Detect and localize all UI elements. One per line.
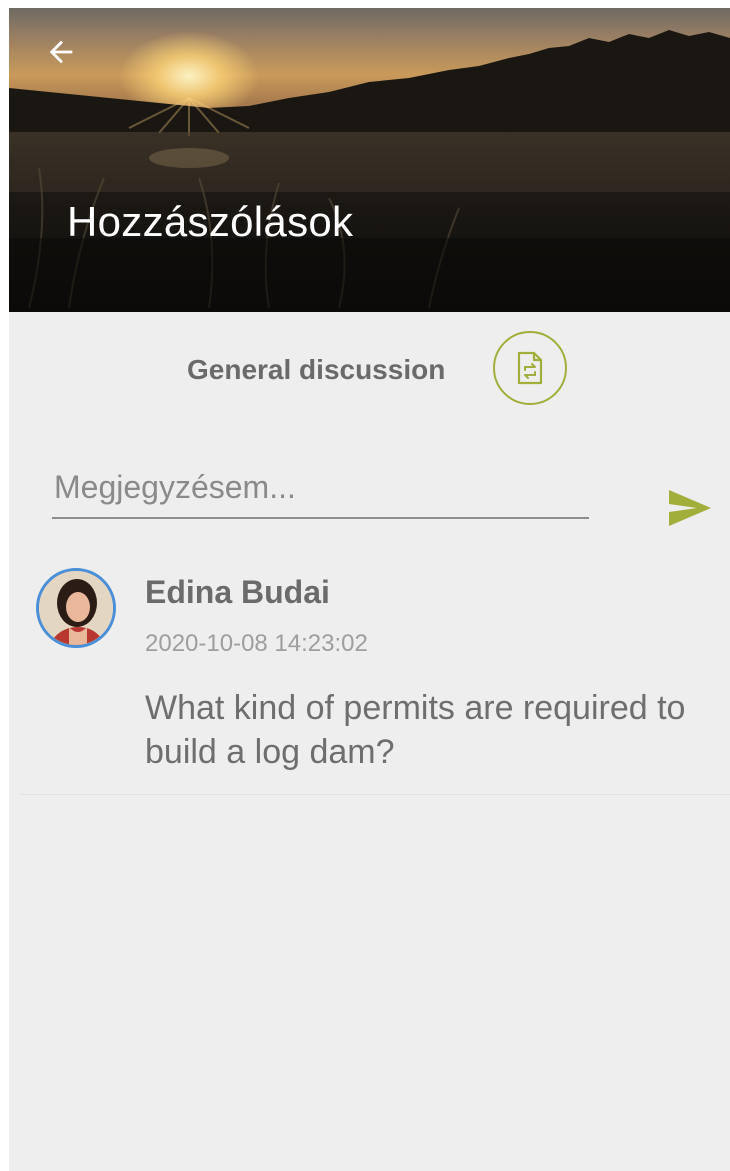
comment-text: What kind of permits are required to bui…: [145, 689, 686, 771]
comment-timestamp: 2020-10-08 14:23:02: [145, 630, 368, 657]
user-avatar-image: [39, 571, 113, 645]
send-button[interactable]: [663, 484, 717, 532]
sunset-lake-image: [9, 30, 730, 312]
header-banner: Hozzászólások: [9, 8, 730, 312]
comment-item: Edina Budai 2020-10-08 14:23:02 What kin…: [19, 556, 730, 795]
discussion-switch-button[interactable]: [493, 331, 567, 405]
discussion-label: General discussion: [187, 354, 446, 385]
comment-input[interactable]: [52, 463, 589, 519]
back-button[interactable]: [39, 30, 83, 74]
document-switch-icon: [517, 351, 543, 385]
page-title: Hozzászólások: [67, 198, 354, 245]
send-icon: [669, 490, 711, 526]
arrow-left-icon: [49, 40, 73, 64]
comment-author: Edina Budai: [145, 574, 330, 610]
screen: Hozzászólások General discussion Megjegy…: [9, 8, 730, 1171]
avatar[interactable]: [36, 568, 116, 648]
discussion-selector: General discussion: [9, 330, 730, 410]
